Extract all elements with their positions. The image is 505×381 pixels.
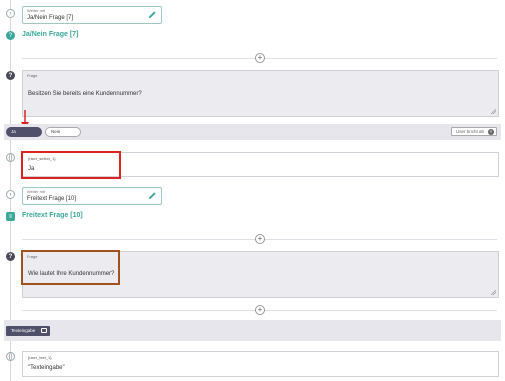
highlight-box-red	[21, 151, 121, 179]
chat-icon	[41, 328, 47, 333]
next-step-icon: ›	[6, 190, 15, 199]
resize-handle-icon[interactable]	[491, 109, 496, 114]
highlight-box-brown	[21, 250, 120, 285]
option-ja[interactable]: Ja	[6, 127, 42, 137]
next-step-icon: ›	[6, 9, 15, 18]
section-title-2: Freitext Frage [10]	[22, 212, 83, 219]
input-band	[4, 320, 501, 341]
option-nein[interactable]: Nein	[45, 127, 81, 137]
answer-box-2[interactable]: {user_text_1} "Texteingabe"	[22, 351, 499, 377]
question-label: Frage	[27, 73, 38, 78]
question-icon: ?	[6, 252, 15, 261]
variable-icon: {}	[6, 352, 15, 361]
add-step-button[interactable]: +	[255, 234, 265, 244]
pencil-icon[interactable]	[148, 191, 157, 200]
variable-value: "Texteingabe"	[28, 365, 65, 371]
user-exit-button[interactable]: User bricht ab ×	[451, 127, 497, 136]
next-step-value: Ja/Nein Frage [7]	[27, 15, 74, 21]
resize-handle-icon[interactable]	[491, 290, 496, 295]
text-input-label: Texteingabe	[11, 328, 36, 333]
decision-node-icon: ?	[6, 31, 15, 40]
question-text: Besitzen Sie bereits eine Kundennummer?	[28, 91, 142, 97]
close-icon: ×	[488, 129, 494, 135]
next-step-field-2[interactable]: Weiter mit Freitext Frage [10]	[22, 187, 162, 205]
question-icon: ?	[6, 71, 15, 80]
text-input-button[interactable]: Texteingabe	[6, 326, 50, 336]
add-step-button[interactable]: +	[255, 305, 265, 315]
user-exit-label: User bricht ab	[456, 129, 485, 134]
next-step-label: Weiter mit	[27, 8, 45, 13]
add-step-button[interactable]: +	[255, 53, 265, 63]
variable-label: {user_text_1}	[28, 355, 52, 360]
next-step-label: Weiter mit	[27, 189, 45, 194]
next-step-field-1[interactable]: Weiter mit Ja/Nein Frage [7]	[22, 6, 162, 24]
question-box-1[interactable]: Frage Besitzen Sie bereits eine Kundennu…	[22, 70, 499, 117]
pencil-icon[interactable]	[148, 10, 157, 19]
next-step-value: Freitext Frage [10]	[27, 196, 77, 202]
text-question-icon: ≡	[6, 212, 15, 221]
variable-icon: {}	[6, 153, 15, 162]
section-title-1: Ja/Nein Frage [7]	[22, 31, 79, 38]
